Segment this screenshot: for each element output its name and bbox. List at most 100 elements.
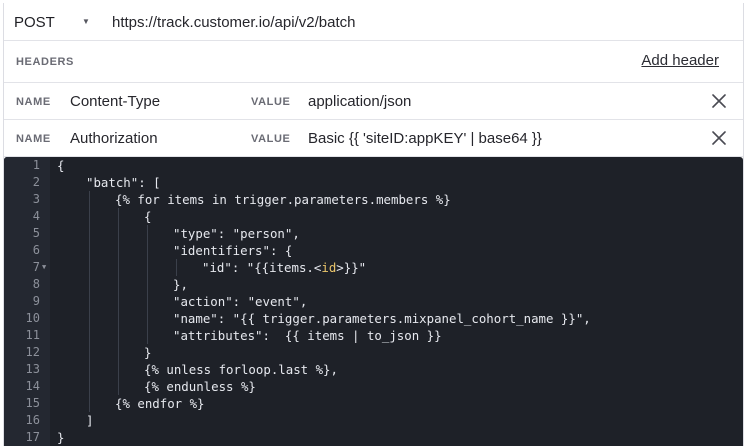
code-line[interactable]: 15 {% endfor %} [4, 395, 743, 412]
request-url-row: POST ▼ [4, 3, 743, 41]
code-line[interactable]: 9 "action": "event", [4, 293, 743, 310]
indent-guide [89, 310, 90, 327]
line-number: 17 [25, 430, 40, 444]
indent-guide [118, 361, 119, 378]
indent-guide [118, 208, 119, 225]
code-text: "identifiers": { [173, 243, 293, 258]
code-line[interactable]: 1{ [4, 157, 743, 174]
remove-header-button[interactable] [709, 128, 729, 148]
indent-guide [89, 378, 90, 395]
code-line[interactable]: 8}, [4, 276, 743, 293]
header-row: NAME VALUE [4, 120, 743, 157]
indent-guide [89, 208, 90, 225]
indent-guide [147, 242, 148, 259]
code-text: "type": "person", [173, 226, 300, 241]
code-token: "id": "{{items.< [202, 260, 322, 275]
indent-guide [118, 276, 119, 293]
header-row: NAME VALUE [4, 83, 743, 120]
indent-guide [147, 276, 148, 293]
header-value-label: VALUE [251, 96, 291, 108]
indent-guide [147, 310, 148, 327]
code-line[interactable]: 11 "attributes": {{ items | to_json }} [4, 327, 743, 344]
code-text: } [57, 430, 65, 445]
code-text: {% unless forloop.last %}, [144, 362, 338, 377]
header-name-input[interactable] [70, 120, 240, 157]
header-name-label: NAME [16, 133, 51, 145]
header-value-input[interactable] [308, 83, 698, 120]
indent-guide [89, 191, 90, 208]
headers-section-title: HEADERS [16, 56, 74, 68]
code-line[interactable]: 16] [4, 412, 743, 429]
code-line[interactable]: 17} [4, 429, 743, 446]
code-text: "batch": [ [86, 175, 161, 190]
indent-guide [147, 259, 148, 276]
code-token: >}}" [336, 260, 367, 275]
line-number: 2 [32, 175, 40, 189]
code-line[interactable]: 3 {% for items in trigger.parameters.memb… [4, 191, 743, 208]
line-number: 11 [25, 328, 40, 342]
line-number: 10 [25, 311, 40, 325]
indent-guide [89, 395, 90, 412]
code-text: "id": "{{items.<id>}}" [202, 259, 366, 276]
indent-guide [89, 293, 90, 310]
code-line[interactable]: 7 ▼ "id": "{{items.<id>}}" [4, 259, 743, 276]
line-number: 14 [25, 379, 40, 393]
code-text: { [144, 209, 152, 224]
code-line[interactable]: 10 "name": "{{ trigger.parameters.mixpane… [4, 310, 743, 327]
line-number: 3 [32, 192, 40, 206]
webhook-request-panel: POST ▼ HEADERS Add header NAME VALUE NAM… [3, 3, 744, 446]
code-text: "attributes": {{ items | to_json }} [173, 328, 442, 343]
code-line[interactable]: 14 {% endunless %} [4, 378, 743, 395]
indent-guide [118, 242, 119, 259]
http-method-select[interactable]: POST ▼ [14, 3, 100, 41]
line-number: 6 [32, 243, 40, 257]
indent-guide [147, 327, 148, 344]
code-line[interactable]: 4{ [4, 208, 743, 225]
indent-guide [89, 327, 90, 344]
add-header-link[interactable]: Add header [641, 52, 719, 69]
header-value-input[interactable] [308, 120, 698, 157]
indent-guide [147, 225, 148, 242]
request-url-input[interactable] [112, 3, 732, 41]
indent-guide [89, 344, 90, 361]
request-body-editor[interactable]: 1{2 "batch": [3 {% for items in trigger.pa… [4, 157, 743, 446]
caret-down-icon: ▼ [82, 17, 90, 26]
header-name-label: NAME [16, 96, 51, 108]
line-number: 13 [25, 362, 40, 376]
code-text: {% endfor %} [115, 396, 205, 411]
indent-guide [147, 293, 148, 310]
code-text: { [57, 158, 65, 173]
fold-arrow-icon[interactable]: ▼ [42, 259, 46, 276]
code-line[interactable]: 6 "identifiers": { [4, 242, 743, 259]
indent-guide [118, 225, 119, 242]
line-number: 5 [32, 226, 40, 240]
code-text: ] [86, 413, 94, 428]
indent-guide [118, 327, 119, 344]
code-text: "name": "{{ trigger.parameters.mixpanel_… [173, 311, 591, 326]
line-number: 1 [32, 158, 40, 172]
code-line[interactable]: 12} [4, 344, 743, 361]
indent-guide [89, 276, 90, 293]
header-name-input[interactable] [70, 83, 240, 120]
header-value-label: VALUE [251, 133, 291, 145]
code-line[interactable]: 5 "type": "person", [4, 225, 743, 242]
code-text: "action": "event", [173, 294, 308, 309]
code-line[interactable]: 2 "batch": [ [4, 174, 743, 191]
line-number: 8 [32, 277, 40, 291]
indent-guide [118, 378, 119, 395]
headers-section-header: HEADERS Add header [4, 41, 743, 83]
indent-guide [89, 361, 90, 378]
line-number: 12 [25, 345, 40, 359]
line-number: 9 [32, 294, 40, 308]
line-number: 15 [25, 396, 40, 410]
remove-header-button[interactable] [709, 91, 729, 111]
code-line[interactable]: 13 {% unless forloop.last %}, [4, 361, 743, 378]
indent-guide [118, 259, 119, 276]
indent-guide [176, 259, 177, 276]
indent-guide [89, 242, 90, 259]
close-icon [712, 131, 726, 145]
indent-guide [118, 310, 119, 327]
indent-guide [89, 225, 90, 242]
code-text: {% endunless %} [144, 379, 256, 394]
line-number: 16 [25, 413, 40, 427]
